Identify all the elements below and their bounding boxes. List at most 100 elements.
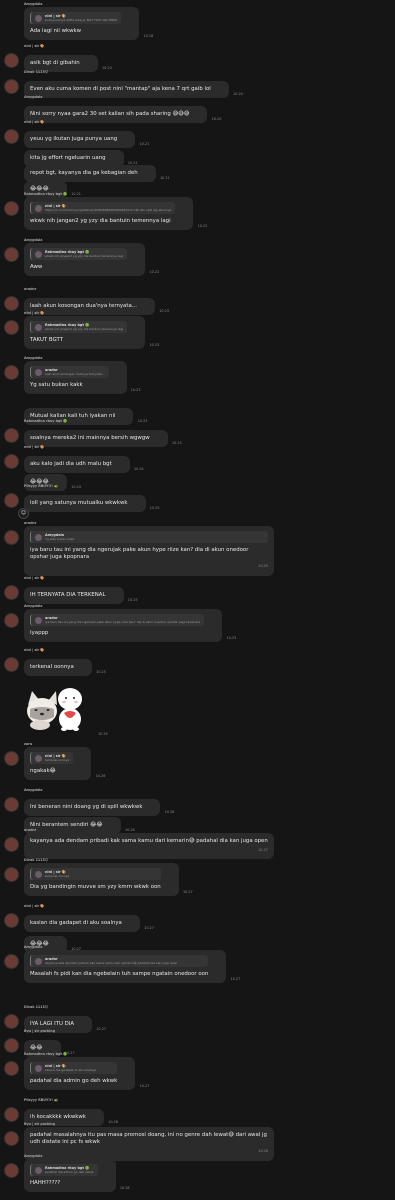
message-bubble[interactable]: IH TERNYATA DIA TERKENAL 10.25 (24, 587, 138, 605)
avatar[interactable] (4, 247, 19, 262)
message-bubble[interactable]: nini | sir 🎨 pura-puranya daffa lebaya, B… (24, 7, 153, 41)
sender-name[interactable]: nini | sir 🎨 (24, 120, 135, 125)
message-bubble[interactable]: kayanya ada dendam pribadi kak sama kamu… (24, 833, 274, 860)
message-column: Divak 1113🐱 Even aku cuma komen di post n… (24, 70, 243, 99)
avatar[interactable] (4, 837, 19, 852)
message-text: iya baru tau ini yang dia ngerujak pake … (30, 547, 249, 561)
message-bubble[interactable]: Amygdala Yg satu bukan kakk iya baru tau i… (24, 526, 274, 576)
message-text: terkenal oonnya (30, 664, 74, 670)
message-bubble[interactable]: nini | sir 🎨 terkenal oonnya Dia yg bandin… (24, 863, 193, 897)
reply-preview[interactable]: aradnr kayanya ada dendam pribadi kak sam… (30, 955, 209, 967)
sender-name[interactable]: aradnr (24, 287, 155, 292)
message-time: 10.25 (149, 506, 160, 510)
sender-name[interactable]: Amygdala (24, 95, 207, 100)
reply-preview[interactable]: Amygdala Yg satu bukan kakk (30, 531, 268, 543)
message-bubble[interactable]: Rahmadina rbuy bgt 🟢 wkwk nih jangan2 yg … (24, 316, 159, 350)
avatar[interactable] (4, 493, 19, 508)
message-text: 😂😂 (30, 1045, 43, 1051)
message-bubble[interactable]: terkenal oonnya 10.25 (24, 659, 106, 677)
avatar[interactable] (4, 320, 19, 335)
avatar[interactable] (4, 585, 19, 600)
message-bubble[interactable]: nini | sir 🎨 kasian dia gadapet di aku so… (24, 1057, 149, 1091)
avatar[interactable] (4, 1131, 19, 1146)
reply-preview[interactable]: nini | sir 🎨 terkenal oonnya (30, 752, 74, 764)
reply-preview[interactable]: Rahmadina rbuy bgt 🟢 padahal dia admin go… (30, 1164, 98, 1176)
sender-name[interactable]: Divak 1113🐱 (24, 70, 229, 75)
avatar[interactable] (4, 1163, 19, 1178)
message-column: nini | sir 🎨 kasian dia gadapet di aku so… (24, 904, 154, 933)
avatar[interactable] (4, 657, 19, 672)
sender-name[interactable]: nini | sir 🎨 (24, 44, 98, 49)
avatar[interactable] (4, 53, 19, 68)
reply-avatar (35, 1064, 42, 1072)
avatar[interactable] (4, 428, 19, 443)
message-bubble[interactable]: nini | sir 🎨 terkenal oonnya ngakak😂 10.26 (24, 747, 105, 781)
avatar[interactable] (4, 867, 19, 882)
message-text: kasian dia gadapet di aku soalnya (30, 920, 122, 926)
avatar[interactable] (4, 129, 19, 144)
avatar[interactable] (4, 613, 19, 628)
message-bubble[interactable]: aradnr kayanya ada dendam pribadi kak sam… (24, 950, 240, 984)
reply-preview[interactable]: aradnr laah akun kosongan dua'nya ternyat… (30, 366, 109, 378)
reply-body: aradnr laah akun kosongan dua'nya ternyat… (45, 368, 105, 376)
reply-body: Rahmadina rbuy bgt 🟢 wkwk nih jangan2 yg … (45, 323, 123, 331)
sender-name[interactable]: Divak 1113🐱 (24, 1005, 92, 1010)
avatar[interactable] (4, 1107, 19, 1122)
sender-name[interactable]: Rahmadina rbuy bgt 🟢 (24, 419, 168, 424)
reply-avatar (35, 616, 42, 624)
reply-text: padahal dia admin go deh wkwk (45, 1170, 94, 1174)
reply-body: nini | sir 🎨 pura-puranya daffa lebaya, B… (45, 14, 117, 22)
reply-preview[interactable]: nini | sir 🎨 https://x.com/moimyung/statu… (30, 202, 176, 214)
reply-preview[interactable]: aradnr iya baru tau ini yang dia ngerujak… (30, 614, 205, 626)
avatar[interactable] (4, 296, 19, 311)
sender-name[interactable]: nini | sir 🎨 (24, 445, 130, 450)
sender-name[interactable]: Plisyyy RBUY!!! 🐢 (24, 484, 146, 489)
avatar[interactable] (4, 530, 19, 545)
sender-name[interactable]: Byu | sir packing (24, 1029, 61, 1034)
sender-name[interactable]: nini | sir 🎨 (24, 904, 140, 909)
sender-name[interactable]: Plisyyy RBUY!!! 🐢 (24, 1098, 104, 1103)
message-row: Amygdala Rahmadina rbuy bgt 🟢 padahal dia … (4, 1154, 395, 1193)
message-time: 10.28 (119, 1186, 130, 1190)
chat-thread[interactable]: 10.25 Amygdala nini | sir 🎨 pura-puranya d… (0, 0, 395, 1200)
message-bubble[interactable]: Rahmadina rbuy bgt 🟢 wkwk nih jangan2 yg … (24, 243, 159, 277)
reply-body: aradnr kayanya ada dendam pribadi kak sam… (45, 957, 177, 965)
reply-text: pura-puranya daffa lebaya, BGT TWIT AKU … (45, 18, 118, 22)
message-time: 10.22 (197, 224, 208, 228)
avatar[interactable] (4, 1061, 19, 1076)
reply-preview[interactable]: nini | sir 🎨 pura-puranya daffa lebaya, B… (30, 12, 122, 24)
message-column: nini | sir 🎨 IH TERNYATA DIA TERKENAL 10.2… (24, 576, 138, 605)
reply-preview[interactable]: Rahmadina rbuy bgt 🟢 wkwk nih jangan2 yg … (30, 248, 128, 260)
sender-name[interactable]: Amygdala (24, 788, 160, 793)
avatar[interactable] (4, 454, 19, 469)
reply-text: Yg satu bukan kakk (45, 537, 75, 541)
avatar[interactable] (4, 751, 19, 766)
smile-reaction[interactable]: ☺ (18, 508, 29, 519)
reply-body: nini | sir 🎨 terkenal oonnya (45, 870, 69, 878)
avatar[interactable] (4, 797, 19, 812)
message-bubble[interactable]: aradnr laah akun kosongan dua'nya ternyat… (24, 361, 141, 395)
message-column: Rahmadina rbuy bgt 🟢 nini | sir 🎨 https://… (24, 192, 207, 231)
avatar[interactable] (4, 79, 19, 94)
message-column: aradnr kayanya ada dendam pribadi kak sam… (24, 828, 274, 860)
message-bubble[interactable]: nini | sir 🎨 https://x.com/moimyung/statu… (24, 197, 207, 231)
avatar[interactable] (4, 1014, 19, 1029)
message-column: zara nini | sir 🎨 terkenal oonnya ngakak😂 10… (24, 742, 105, 781)
avatar[interactable] (4, 913, 19, 928)
avatar[interactable] (4, 954, 19, 969)
avatar[interactable] (4, 1038, 19, 1053)
reply-text: terkenal oonnya (45, 758, 70, 762)
sender-name[interactable]: nini | sir 🎨 (24, 648, 92, 653)
reply-preview[interactable]: nini | sir 🎨 kasian dia gadapet di aku so… (30, 1062, 118, 1074)
avatar[interactable] (4, 365, 19, 380)
message-bubble[interactable]: aradnr iya baru tau ini yang dia ngerujak… (24, 609, 236, 643)
reply-preview[interactable]: nini | sir 🎨 terkenal oonnya (30, 868, 161, 880)
avatar[interactable] (4, 201, 19, 216)
message-row: Divak 1113🐱 nini | sir 🎨 terkenal oonnya Di… (4, 858, 395, 897)
message-bubble[interactable]: Rahmadina rbuy bgt 🟢 padahal dia admin go… (24, 1159, 130, 1193)
message-bubble[interactable]: loll yang satunya mutualku wkwkwk 10.25 (24, 495, 160, 513)
message-column: Amygdala Rahmadina rbuy bgt 🟢 padahal dia … (24, 1154, 130, 1193)
sender-name[interactable]: nini | sir 🎨 (24, 576, 124, 581)
reply-preview[interactable]: Rahmadina rbuy bgt 🟢 wkwk nih jangan2 yg … (30, 321, 128, 333)
message-text: ih kocakkkk wkwkwk (30, 1114, 86, 1120)
